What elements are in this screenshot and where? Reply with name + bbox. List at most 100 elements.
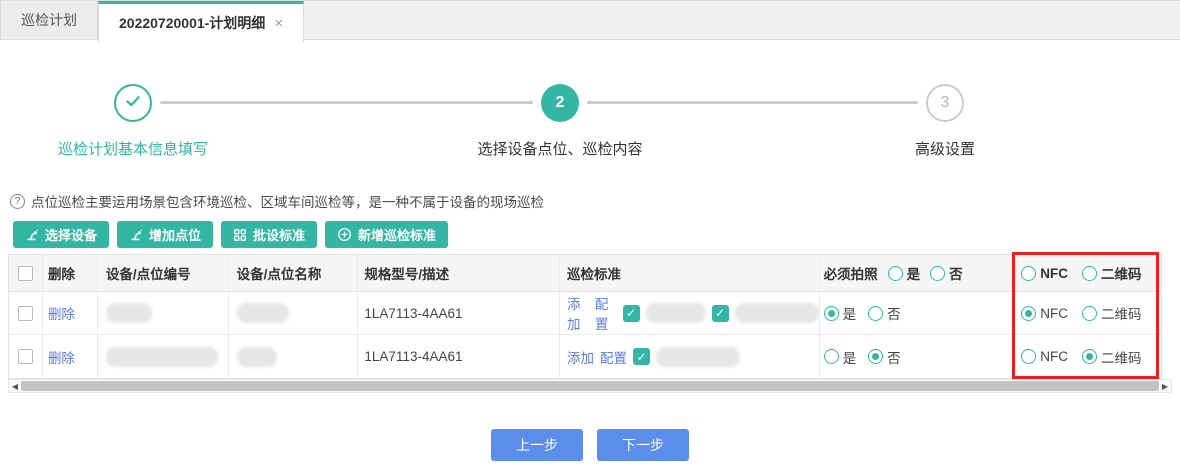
photo-no-option[interactable]: 否 [868,347,901,367]
radio-label: 二维码 [1101,307,1142,322]
scroll-left-arrow-icon[interactable]: ◀ [9,380,21,392]
redacted-text [734,303,819,323]
qr-option[interactable]: 二维码 [1082,347,1142,367]
step-3-label: 高级设置 [914,141,975,158]
redacted-text [645,303,706,323]
scroll-right-arrow-icon[interactable]: ▶ [1159,380,1171,392]
nfc-option[interactable]: NFC [1021,265,1068,281]
nfc-option[interactable]: NFC [1021,305,1068,321]
qr-option[interactable]: 二维码 [1082,303,1142,323]
button-label: 新增巡检标准 [358,228,437,243]
photo-no-option[interactable]: 否 [930,263,963,283]
nfc-option[interactable]: NFC [1021,349,1068,364]
step-1-label: 巡检计划基本信息填写 [57,141,208,158]
delete-row-link[interactable]: 删除 [48,347,75,367]
radio-icon[interactable] [1021,305,1037,321]
radio-label: 否 [949,267,963,282]
scrollbar-thumb[interactable] [21,381,1159,391]
batch-standard-button[interactable]: 批设标准 [221,221,318,248]
redacted-text [236,346,277,367]
grid-icon [233,228,247,242]
photo-yes-option[interactable]: 是 [887,263,921,283]
spec-cell: 1LA7113-4AA61 [358,292,561,334]
select-all-checkbox[interactable] [17,265,33,281]
tip-text: 点位巡检主要运用场景包含环境巡检、区域车间巡检等，是一种不属于设备的现场巡检 [31,195,544,210]
radio-icon[interactable] [1021,265,1037,281]
table-header-row: 删除 设备/点位编号 设备/点位名称 规格型号/描述 巡检标准 必须拍照 是 否… [9,255,1161,292]
table-cell: NFC 二维码 [1013,292,1161,334]
standard-checked-checkbox[interactable]: ✓ [711,304,729,322]
add-standard-link[interactable]: 添加 [567,347,594,367]
table-row: 删除 1LA7113-4AA61 添加 配置 ✓ 是否 NFC 二维码 [9,335,1161,378]
next-step-button[interactable]: 下一步 [597,429,689,461]
photo-yes-option[interactable]: 是 [823,303,857,323]
table-cell: 是否 [820,335,1014,378]
table-cell: NFC 二维码 [1013,335,1161,378]
row-select-checkbox[interactable] [17,305,33,321]
delete-row-link[interactable]: 删除 [48,303,75,323]
step-connector [587,101,918,104]
close-icon[interactable]: × [274,16,283,31]
radio-label: 是 [842,307,857,322]
radio-label: NFC [1040,305,1068,321]
step-number: 2 [555,94,565,111]
button-label: 批设标准 [253,228,306,243]
radio-icon[interactable] [1082,349,1097,364]
add-standard-link[interactable]: 添加 [567,293,589,333]
radio-icon[interactable] [1082,265,1097,281]
tip: ? 点位巡检主要运用场景包含环境巡检、区域车间巡检等，是一种不属于设备的现场巡检 [10,191,544,211]
config-standard-link[interactable]: 配置 [595,293,617,333]
header-photo-label: 必须拍照 [823,267,878,282]
standard-checked-checkbox[interactable]: ✓ [622,304,640,322]
row-select-checkbox[interactable] [17,349,33,364]
header-spec: 规格型号/描述 [358,255,561,291]
select-device-button[interactable]: 选择设备 [13,221,110,248]
radio-icon[interactable] [930,265,946,281]
tab-label: 20220720001-计划明细 [119,15,266,31]
help-icon: ? [10,193,25,209]
radio-icon[interactable] [868,349,884,364]
radio-label: 二维码 [1101,350,1142,366]
previous-step-button[interactable]: 上一步 [491,429,583,461]
table-cell [9,292,43,334]
new-inspection-standard-button[interactable]: 新增巡检标准 [325,221,449,248]
redacted-text [105,346,218,367]
header-standard: 巡检标准 [560,255,820,291]
radio-label: 二维码 [1101,267,1142,282]
photo-no-option[interactable]: 否 [868,303,901,323]
header-tag: NFC 二维码 [1013,255,1161,291]
spec-cell: 1LA7113-4AA61 [358,335,561,378]
button-label: 增加点位 [149,228,202,243]
qr-option[interactable]: 二维码 [1082,263,1142,283]
table-cell: 添加 配置 ✓ [560,335,820,378]
radio-label: NFC [1040,349,1068,364]
add-point-button[interactable]: 增加点位 [117,221,214,248]
radio-icon[interactable] [887,265,903,281]
step-2-circle: 2 [541,84,579,122]
table-cell: 是否 [820,292,1014,334]
table-cell [98,292,229,334]
radio-label: 是 [906,267,921,282]
table-cell [229,292,359,334]
robot-arm-icon [25,228,39,242]
config-standard-link[interactable]: 配置 [600,347,627,367]
robot-arm-icon [129,228,143,242]
tab-inspection-plan[interactable]: 巡检计划 [0,1,98,39]
tab-bar: 巡检计划 20220720001-计划明细 × [0,0,1180,42]
radio-icon[interactable] [823,305,839,321]
horizontal-scrollbar[interactable]: ◀ ▶ [8,379,1172,393]
redacted-text [656,346,741,367]
tab-plan-detail[interactable]: 20220720001-计划明细 × [98,1,305,42]
radio-icon[interactable] [1082,305,1097,321]
step-connector [160,101,533,104]
radio-icon[interactable] [823,349,839,364]
table-cell [98,335,229,378]
radio-icon[interactable] [1021,349,1037,364]
radio-icon[interactable] [868,305,884,321]
table-cell: 添加 配置 ✓ ✓ [560,292,820,334]
step-3-circle: 3 [926,84,964,122]
standard-checked-checkbox[interactable]: ✓ [633,348,651,365]
tab-label: 巡检计划 [21,12,77,28]
photo-yes-option[interactable]: 是 [823,347,856,367]
redacted-text [105,303,152,323]
